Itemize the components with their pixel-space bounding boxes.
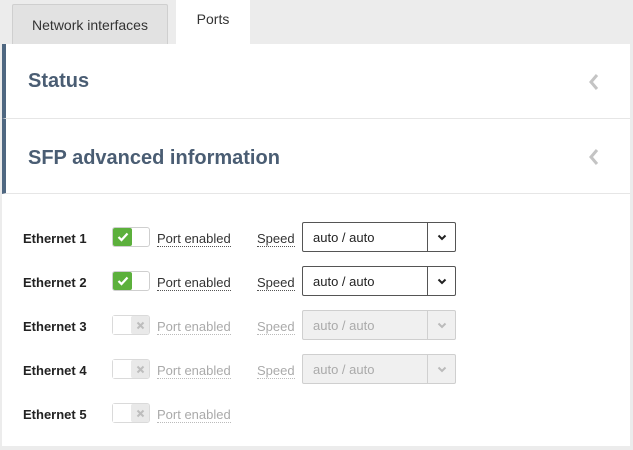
status-section-header[interactable]: Status <box>2 44 630 119</box>
speed-select[interactable]: auto / auto <box>302 266 456 296</box>
port-name: Ethernet 1 <box>23 231 87 246</box>
port-enabled-label: Port enabled <box>157 275 231 291</box>
port-row: Ethernet 5 Port enabled <box>2 396 630 440</box>
port-name: Ethernet 5 <box>23 407 87 422</box>
status-section-title: Status <box>28 70 90 92</box>
chevron-down-icon[interactable] <box>427 223 455 251</box>
close-icon <box>131 360 149 378</box>
speed-select[interactable]: auto / auto <box>302 354 456 384</box>
tab-bar: Network interfaces Ports <box>0 0 633 46</box>
port-name: Ethernet 2 <box>23 275 87 290</box>
port-enabled-label: Port enabled <box>157 407 231 423</box>
port-enabled-toggle[interactable] <box>112 403 150 423</box>
check-icon <box>113 272 132 290</box>
speed-label: Speed <box>257 275 295 291</box>
chevron-down-icon <box>427 311 455 339</box>
speed-select-value: auto / auto <box>313 318 375 333</box>
ports-list: Ethernet 1 Port enabled Speed auto / aut… <box>2 220 630 440</box>
port-enabled-toggle[interactable] <box>112 359 150 379</box>
speed-select-value: auto / auto <box>313 362 375 377</box>
speed-label: Speed <box>257 319 295 335</box>
tab-network-interfaces[interactable]: Network interfaces <box>12 4 168 45</box>
close-icon <box>131 316 149 334</box>
speed-select[interactable]: auto / auto <box>302 310 456 340</box>
port-enabled-label: Port enabled <box>157 231 231 247</box>
port-row: Ethernet 3 Port enabled Speed auto / aut… <box>2 308 630 352</box>
port-row: Ethernet 4 Port enabled Speed auto / aut… <box>2 352 630 396</box>
sfp-section-header[interactable]: SFP advanced information <box>2 119 630 194</box>
port-name: Ethernet 3 <box>23 319 87 334</box>
speed-select-value: auto / auto <box>313 274 375 289</box>
chevron-left-icon[interactable] <box>586 72 602 92</box>
ports-panel: Status SFP advanced information Ethernet… <box>2 44 630 446</box>
chevron-down-icon[interactable] <box>427 267 455 295</box>
tab-ports[interactable]: Ports <box>176 0 250 46</box>
port-enabled-toggle[interactable] <box>112 271 150 291</box>
speed-label: Speed <box>257 231 295 247</box>
check-icon <box>113 228 132 246</box>
speed-select[interactable]: auto / auto <box>302 222 456 252</box>
sfp-section-title: SFP advanced information <box>28 147 280 169</box>
chevron-down-icon <box>427 355 455 383</box>
port-row: Ethernet 2 Port enabled Speed auto / aut… <box>2 264 630 308</box>
port-row: Ethernet 1 Port enabled Speed auto / aut… <box>2 220 630 264</box>
port-enabled-label: Port enabled <box>157 319 231 335</box>
chevron-left-icon[interactable] <box>586 147 602 167</box>
port-enabled-toggle[interactable] <box>112 315 150 335</box>
speed-label: Speed <box>257 363 295 379</box>
port-enabled-toggle[interactable] <box>112 227 150 247</box>
port-name: Ethernet 4 <box>23 363 87 378</box>
close-icon <box>131 404 149 422</box>
speed-select-value: auto / auto <box>313 230 375 245</box>
port-enabled-label: Port enabled <box>157 363 231 379</box>
